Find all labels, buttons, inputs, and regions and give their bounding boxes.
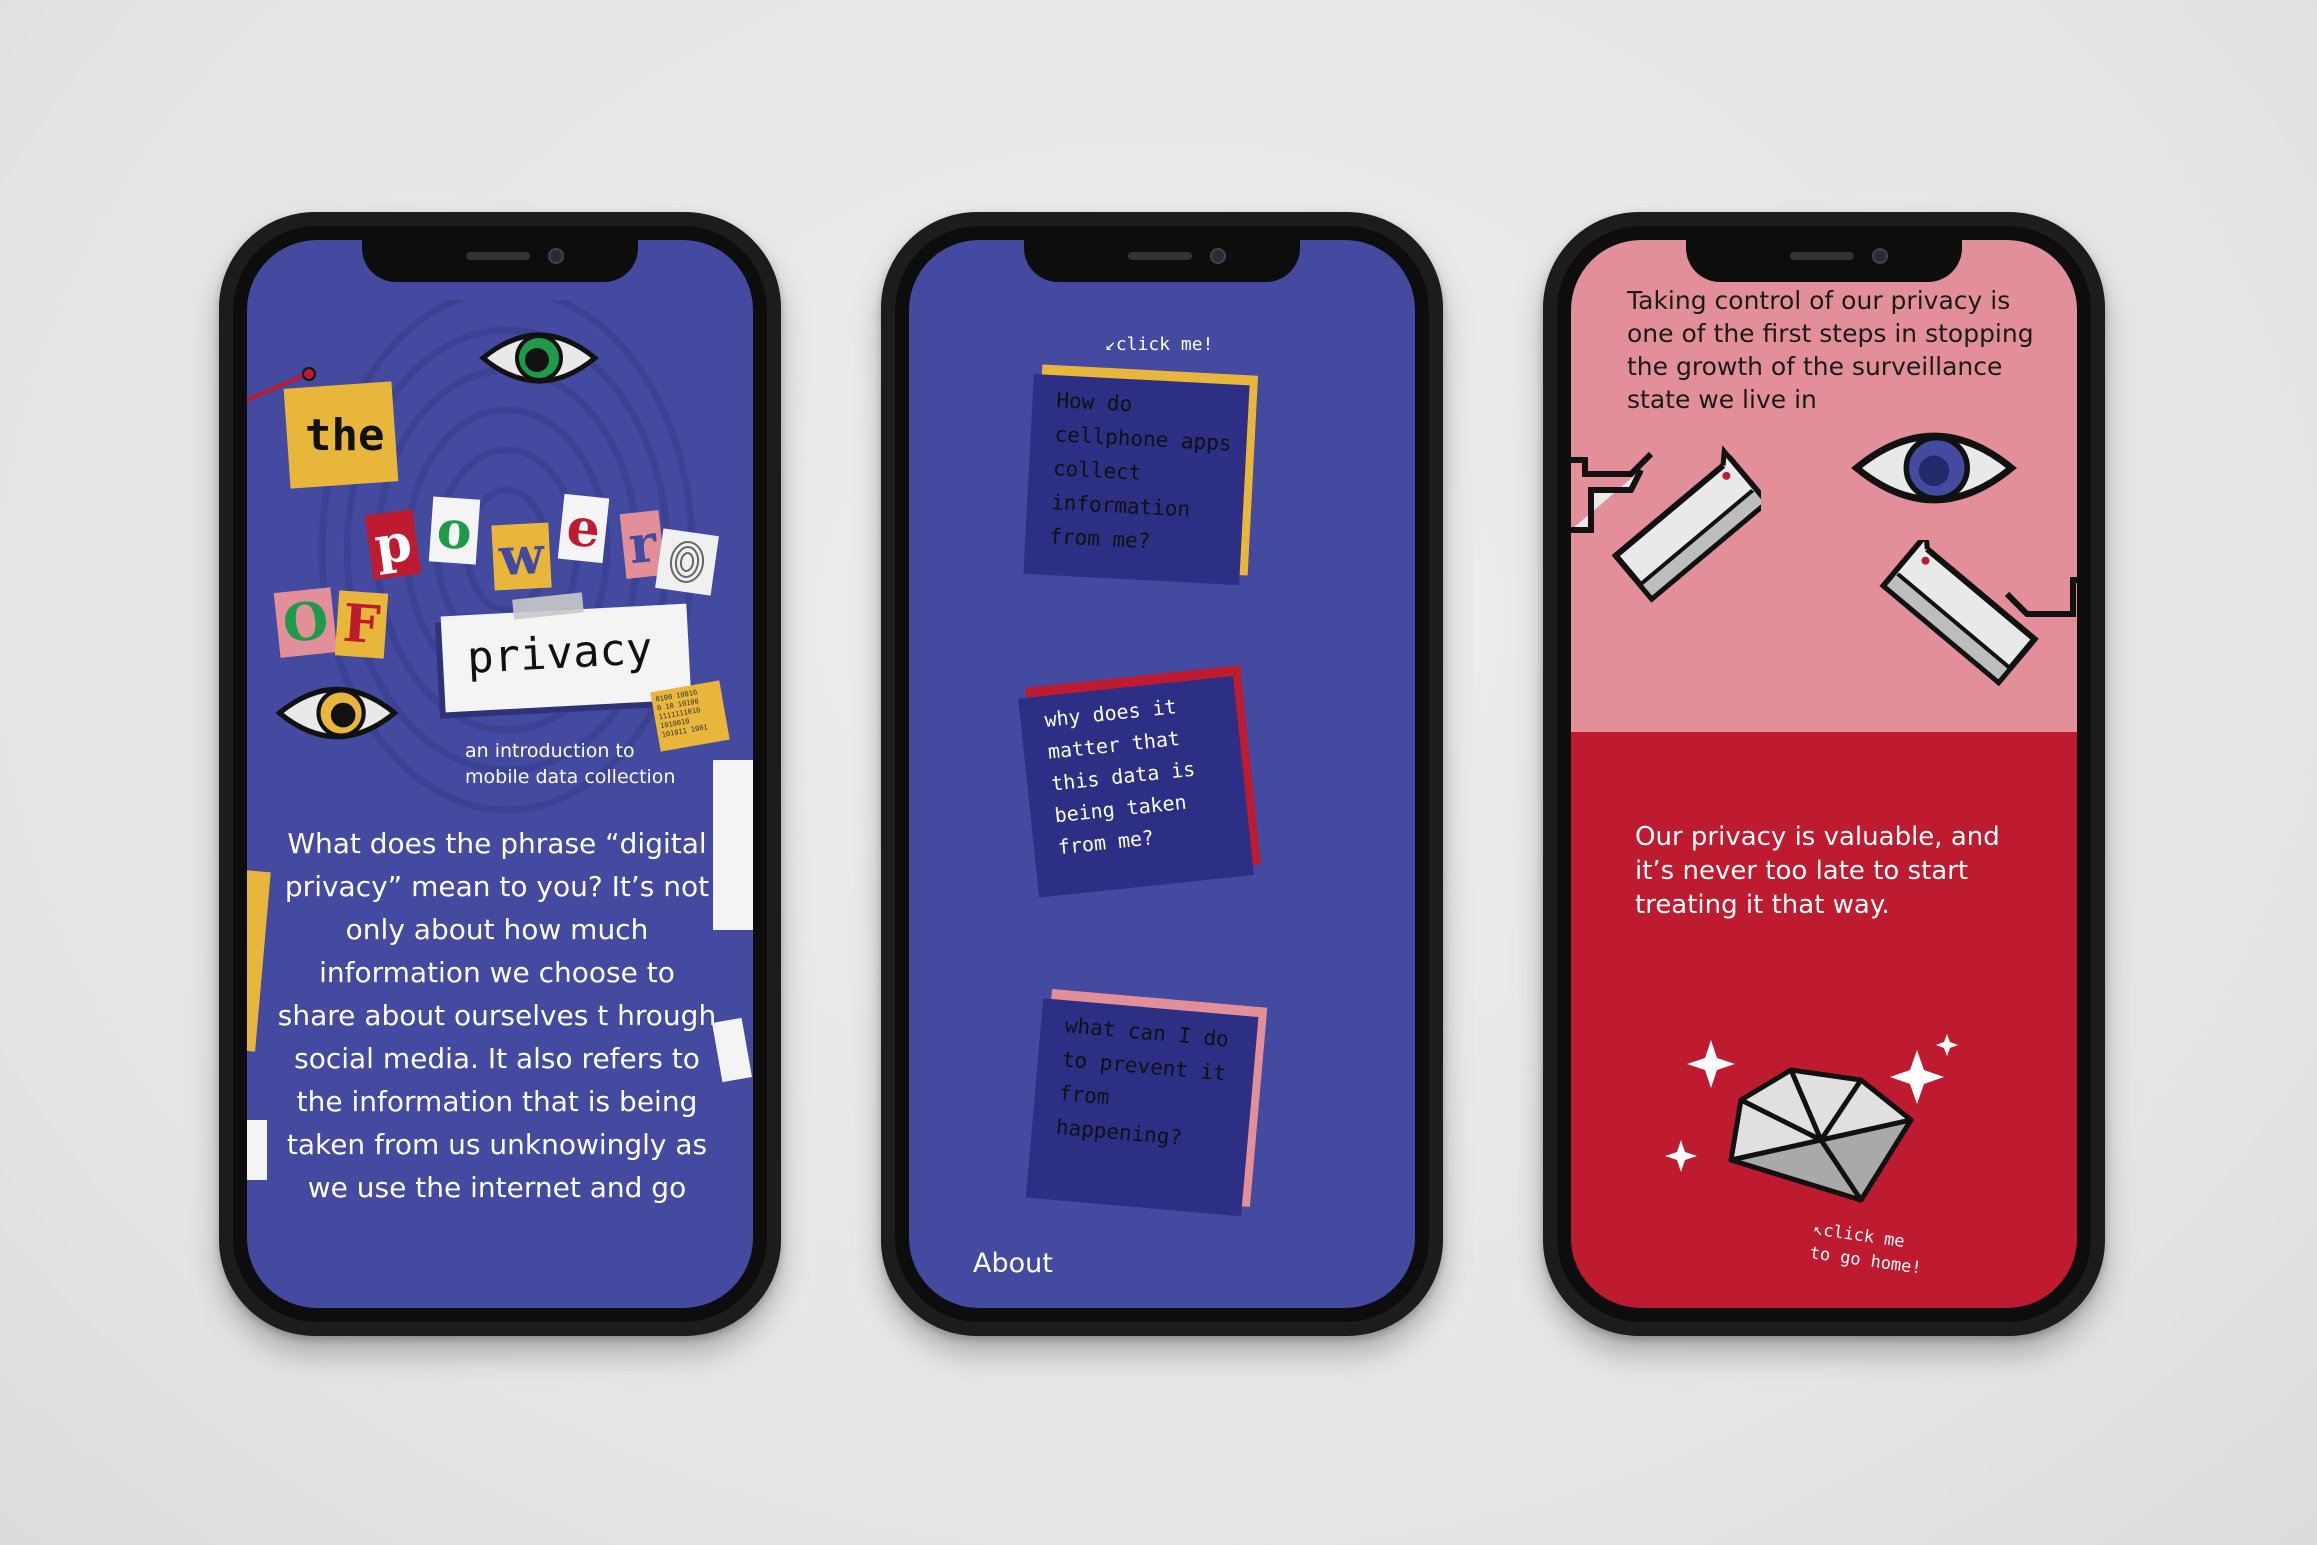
click-hint-label: click me! — [1115, 334, 1214, 355]
phone-notch — [1024, 240, 1300, 282]
title-the: the — [305, 410, 385, 461]
phone-menu: ↙click me! How do cellphone apps collect… — [881, 212, 1443, 1336]
about-link[interactable]: About — [973, 1248, 1053, 1279]
click-me-hint: ↙click me! — [1105, 334, 1213, 355]
subtitle-line-2: mobile data collection — [465, 766, 676, 788]
surveillance-camera-right-icon — [1879, 540, 2077, 687]
evidence-card — [713, 760, 753, 930]
title-letter-o: o — [428, 496, 480, 565]
title-letter-f: F — [334, 590, 389, 659]
fingerprint-card — [655, 528, 719, 596]
yellow-eye-icon — [275, 686, 399, 740]
phone-conclusion: Taking control of our privacy is one of … — [1543, 212, 2105, 1336]
privacy-valuable-quote: Our privacy is valuable, and it’s never … — [1635, 822, 2000, 920]
intro-screen[interactable]: the p o w e r O F privacy 0100 10010 0 1… — [247, 240, 753, 1308]
phone-notch — [1686, 240, 1962, 282]
curved-arrow-icon: ↙ — [1105, 334, 1116, 355]
diamond-home-icon[interactable] — [1661, 1030, 1961, 1230]
note-what-can-i-do[interactable]: what can I do to prevent it from happeni… — [1034, 988, 1268, 1208]
subtitle-line-1: an introduction to — [465, 740, 635, 762]
title-letter-w: w — [491, 522, 552, 591]
phone-notch — [362, 240, 638, 282]
yellow-paper-edge — [247, 868, 271, 1052]
white-paper-edge — [247, 1120, 267, 1180]
title-letter-o2: O — [273, 587, 338, 658]
surveillance-camera-left-icon — [1571, 445, 1761, 603]
conclusion-screen: Taking control of our privacy is one of … — [1571, 240, 2077, 1308]
menu-screen: ↙click me! How do cellphone apps collect… — [909, 240, 1415, 1308]
surveillance-text: Taking control of our privacy is one of … — [1627, 286, 2034, 414]
title-letter-e: e — [557, 493, 610, 564]
title-letter-p: p — [364, 508, 422, 581]
subtitle: an introduction to mobile data collectio… — [465, 738, 675, 790]
note-how-apps-collect[interactable]: How do cellphone apps collect informatio… — [1031, 364, 1259, 576]
title-privacy: privacy — [465, 623, 654, 684]
note-label: what can I do to prevent it from happeni… — [1055, 1013, 1230, 1150]
note-why-it-matters[interactable]: why does it matter that this data is bei… — [1025, 665, 1261, 887]
note-label: why does it matter that this data is bei… — [1043, 694, 1197, 860]
green-eye-icon — [479, 332, 599, 384]
intro-body-text: What does the phrase “digital privacy” m… — [277, 827, 717, 1204]
phone-intro: the p o w e r O F privacy 0100 10010 0 1… — [219, 212, 781, 1336]
mockup-stage: the p o w e r O F privacy 0100 10010 0 1… — [0, 0, 2317, 1545]
blue-eye-icon — [1851, 432, 2017, 504]
fingerprint-icon — [669, 541, 705, 583]
note-label: How do cellphone apps collect informatio… — [1048, 388, 1233, 554]
evidence-tag — [712, 1017, 752, 1083]
